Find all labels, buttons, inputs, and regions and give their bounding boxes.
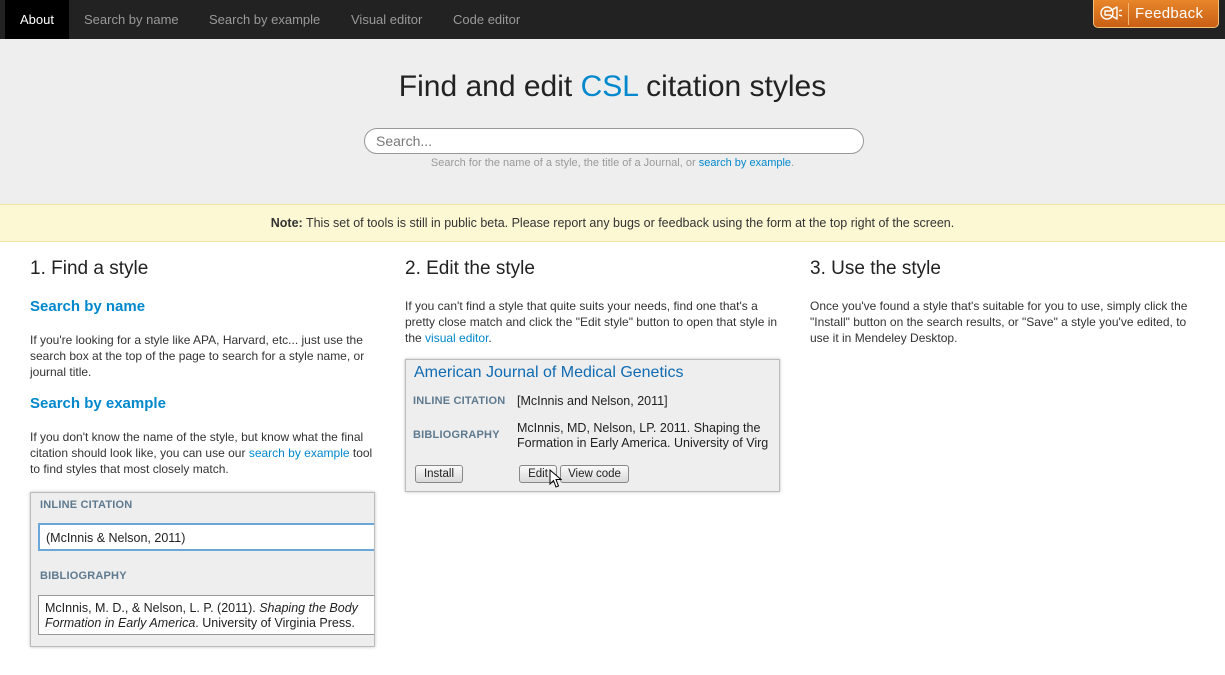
bib-title-start: Shaping the Body [259,601,358,615]
title-text-start: Find and edit [398,70,573,103]
edit-style-text: If you can't find a style that quite sui… [405,298,785,346]
style-result-card: American Journal of Medical Genetics INL… [405,359,780,492]
note-text: This set of tools is still in public bet… [305,216,955,230]
find-style-heading: 1. Find a style [30,258,149,279]
search-by-name-text: If you're looking for a style like APA, … [30,333,365,379]
card-bibliography-label: BIBLIOGRAPHY [413,429,500,441]
visual-editor-link[interactable]: visual editor [425,331,488,345]
title-accent-csl: CSL [580,70,638,103]
feedback-label: Feedback [1135,5,1204,22]
use-style-text: Once you've found a style that's suitabl… [810,299,1188,345]
feedback-button[interactable]: Feedback [1093,0,1219,28]
mouse-cursor-icon [549,469,563,488]
bibliography-label: BIBLIOGRAPHY [40,570,127,582]
top-navbar: About Search by name Search by example V… [0,0,1225,39]
bibliography-field[interactable]: McInnis, M. D., & Nelson, L. P. (2011). … [38,595,374,635]
search-by-name-heading[interactable]: Search by name [30,298,145,315]
nav-code-editor[interactable]: Code editor [453,0,520,39]
journal-title-link[interactable]: American Journal of Medical Genetics [414,364,683,382]
nav-visual-editor[interactable]: Visual editor [351,0,422,39]
search-hint-period: . [791,157,795,169]
card-inline-citation-label: INLINE CITATION [413,395,506,407]
install-button[interactable]: Install [415,465,463,483]
bib-title-end: Formation in Early America [45,616,196,630]
card-inline-citation-value: [McInnis and Nelson, 2011] [517,394,668,408]
beta-note-bar: Note: This set of tools is still in publ… [0,204,1225,242]
search-by-example-text: If you don't know the name of the style,… [30,429,375,477]
edit-style-column: 2. Edit the style If you can't find a st… [405,258,785,345]
page-title: Find and edit CSL citation styles [0,70,1225,104]
nav-search-by-example[interactable]: Search by example [209,0,320,39]
use-style-column: 3. Use the style Once you've found a sty… [810,258,1195,345]
search-by-example-link[interactable]: search by example [699,157,791,169]
inline-citation-field[interactable]: (McInnis & Nelson, 2011) [38,523,374,551]
hero-section: Find and edit CSL citation styles Search… [0,39,1225,204]
use-style-heading: 3. Use the style [810,258,941,279]
title-text-end: citation styles [646,70,827,103]
inline-citation-label: INLINE CITATION [40,499,133,511]
feedback-separator [1128,3,1129,25]
search-hint-text: Search for the name of a style, the titl… [430,157,696,169]
card-bib-line-1: McInnis, MD, Nelson, LP. 2011. Shaping t… [517,421,761,435]
search-by-example-preview: INLINE CITATION (McInnis & Nelson, 2011)… [30,492,375,647]
nav-search-by-name[interactable]: Search by name [84,0,179,39]
search-input[interactable] [364,128,864,154]
bib-publisher: . University of Virginia Press. [195,616,355,630]
edit-style-heading: 2. Edit the style [405,258,535,279]
search-by-example-heading[interactable]: Search by example [30,395,166,412]
card-bibliography-value: McInnis, MD, Nelson, LP. 2011. Shaping t… [517,421,768,451]
search-by-example-inline-link[interactable]: search by example [249,446,350,460]
bib-authors-year: McInnis, M. D., & Nelson, L. P. (2011). [45,601,256,615]
megaphone-icon [1100,6,1123,20]
find-style-column: 1. Find a style Search by name If you're… [30,258,375,476]
card-bib-line-2: Formation in Early America. University o… [517,436,769,450]
edit-style-text-period: . [488,331,492,345]
nav-about[interactable]: About [5,0,69,39]
search-hint: Search for the name of a style, the titl… [0,157,1225,169]
view-code-button[interactable]: View code [560,465,629,483]
note-label: Note: [270,216,303,230]
